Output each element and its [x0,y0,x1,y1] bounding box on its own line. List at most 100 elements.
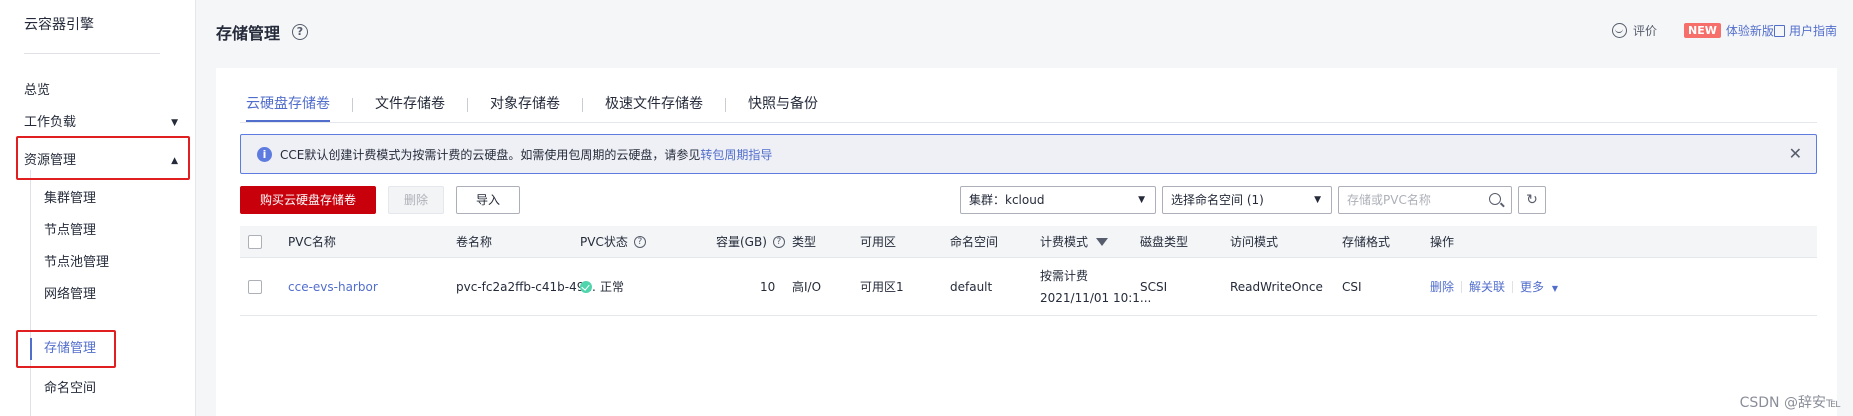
close-icon[interactable]: ✕ [1789,144,1802,163]
col-pvc-status: PVC状态 ? [580,226,646,257]
notice-link[interactable]: 转包周期指导 [700,146,772,163]
cluster-select-value: 集群：kcloud [969,193,1045,207]
help-icon[interactable]: ? [292,24,308,40]
buy-evs-volume-button[interactable]: 购买云硬盘存储卷 [240,186,376,214]
billing-time-text: 2021/11/01 10:1... [1040,290,1152,305]
watermark: CSDN @辞安℡ [1739,395,1841,411]
col-capacity-label: 容量(GB) [716,235,767,249]
billing-mode-text: 按需计费 [1040,268,1089,283]
sidebar-item-label: 工作负载 [24,115,77,130]
tabs-underline [240,122,1817,123]
col-pvc-status-label: PVC状态 [580,235,628,249]
new-version-label: 体验新版 [1725,24,1774,38]
status-text: 正常 [600,280,625,294]
volume-name-cell: pvc-fc2a2ffb-c41b-49... [456,279,596,294]
rate-label: 评价 [1633,24,1658,38]
info-icon: i [257,146,272,162]
cluster-select[interactable]: 集群：kcloud ▼ [960,186,1156,214]
pvc-table: PVC名称 卷名称 PVC状态 ? 容量(GB) ? 类型 可用区 命名空间 计… [240,226,1817,316]
sidebar-item-label: 资源管理 [24,153,77,168]
refresh-button[interactable]: ↻ [1518,186,1546,214]
storage-format-cell: CSI [1342,279,1362,294]
sidebar-subitem-namespaces[interactable]: 命名空间 [44,374,174,404]
tab-object-volumes[interactable]: 对象存储卷 [468,88,582,120]
type-cell: 高I/O [792,280,822,294]
row-checkbox[interactable] [248,279,262,294]
rate-button[interactable]: 评价 [1612,22,1657,39]
search-box [1338,186,1512,214]
submenu-guide-line [30,170,31,416]
sidebar-subitem-nodes[interactable]: 节点管理 [44,216,174,246]
col-type: 类型 [792,235,817,249]
notice-text: CCE默认创建计费模式为按需计费的云硬盘。如需使用包周期的云硬盘，请参见 [280,147,701,162]
col-disk-type: 磁盘类型 [1140,235,1189,249]
col-capacity: 容量(GB) ? [716,226,785,257]
document-icon [1774,24,1785,37]
help-icon[interactable]: ? [633,235,646,248]
col-pvc-name: PVC名称 [288,235,336,249]
namespace-select[interactable]: 选择命名空间 (1) ▼ [1162,186,1332,214]
delete-link[interactable]: 删除 [1430,278,1454,295]
sidebar-subitem-network[interactable]: 网络管理 [44,280,174,310]
namespace-cell: default [950,279,993,294]
sidebar-item-overview[interactable]: 总览 [24,76,184,106]
new-version-link[interactable]: NEW 体验新版 [1684,22,1774,39]
main-panel: 云硬盘存储卷 文件存储卷 对象存储卷 极速文件存储卷 快照与备份 i CCE默认… [216,68,1837,416]
more-link[interactable]: 更多 ▼ [1520,278,1558,295]
sidebar-subitem-clusters[interactable]: 集群管理 [44,184,174,214]
sidebar-item-resource-management[interactable]: 资源管理 ▲ [24,146,184,176]
op-separator [1512,280,1514,293]
import-button[interactable]: 导入 [456,186,520,214]
refresh-icon: ↻ [1526,192,1538,208]
caret-up-icon: ▲ [171,156,178,166]
sidebar-divider [24,53,160,54]
row-checkbox-cell [248,258,262,315]
caret-down-icon: ▼ [1551,284,1559,293]
sidebar-title: 云容器引擎 [24,17,94,33]
filter-icon[interactable] [1096,237,1109,246]
info-notice: i CCE默认创建计费模式为按需计费的云硬盘。如需使用包周期的云硬盘，请参见 转… [240,134,1817,174]
smile-icon [1612,23,1627,38]
select-all-checkbox[interactable] [248,234,262,249]
sidebar-subitem-storage[interactable]: 存储管理 [44,334,174,364]
user-guide-label: 用户指南 [1789,24,1838,38]
sidebar-item-workloads[interactable]: 工作负载 ▼ [24,108,184,138]
table-row: cce-evs-harbor pvc-fc2a2ffb-c41b-49... 正… [240,258,1817,316]
status-cell: 正常 [580,258,624,315]
col-storage-format: 存储格式 [1342,235,1391,249]
search-icon[interactable] [1489,193,1501,205]
tab-bar: 云硬盘存储卷 文件存储卷 对象存储卷 极速文件存储卷 快照与备份 [240,88,840,122]
unbind-link[interactable]: 解关联 [1469,278,1505,295]
pvc-name-link[interactable]: cce-evs-harbor [288,258,378,315]
new-badge: NEW [1684,23,1721,38]
header-checkbox-cell [248,226,262,257]
col-volume-name: 卷名称 [456,235,493,249]
sidebar-subitem-node-pools[interactable]: 节点池管理 [44,248,174,278]
tab-turbo-file-volumes[interactable]: 极速文件存储卷 [583,88,725,120]
user-guide-link[interactable]: 用户指南 [1774,22,1837,39]
col-namespace: 命名空间 [950,235,999,249]
col-billing-mode: 计费模式 [1040,226,1109,257]
col-access-mode: 访问模式 [1230,235,1279,249]
caret-down-icon: ▼ [1138,195,1145,205]
help-icon[interactable]: ? [772,235,785,248]
table-header: PVC名称 卷名称 PVC状态 ? 容量(GB) ? 类型 可用区 命名空间 计… [240,226,1817,258]
caret-down-icon: ▼ [171,118,178,128]
disk-type-cell: SCSI [1140,279,1168,294]
access-mode-cell: ReadWriteOnce [1230,279,1323,294]
tab-evs-volumes[interactable]: 云硬盘存储卷 [240,88,352,122]
tab-file-volumes[interactable]: 文件存储卷 [353,88,467,120]
sidebar: 云容器引擎 总览 工作负载 ▼ 资源管理 ▲ 集群管理 节点管理 节点池管理 网… [0,0,196,416]
capacity-cell: 10 [760,279,776,294]
operations-cell: 删除 解关联 更多 ▼ [1430,258,1558,315]
caret-down-icon: ▼ [1314,195,1321,205]
submenu-active-indicator [30,338,32,360]
delete-button[interactable]: 删除 [388,186,444,214]
namespace-select-value: 选择命名空间 (1) [1171,193,1264,207]
tab-snapshots-backups[interactable]: 快照与备份 [726,88,840,120]
search-input[interactable] [1339,187,1479,213]
col-billing-mode-label: 计费模式 [1040,235,1089,249]
billing-cell: 按需计费 2021/11/01 10:1... [1040,258,1151,315]
col-zone: 可用区 [860,235,897,249]
more-label: 更多 [1520,280,1545,294]
